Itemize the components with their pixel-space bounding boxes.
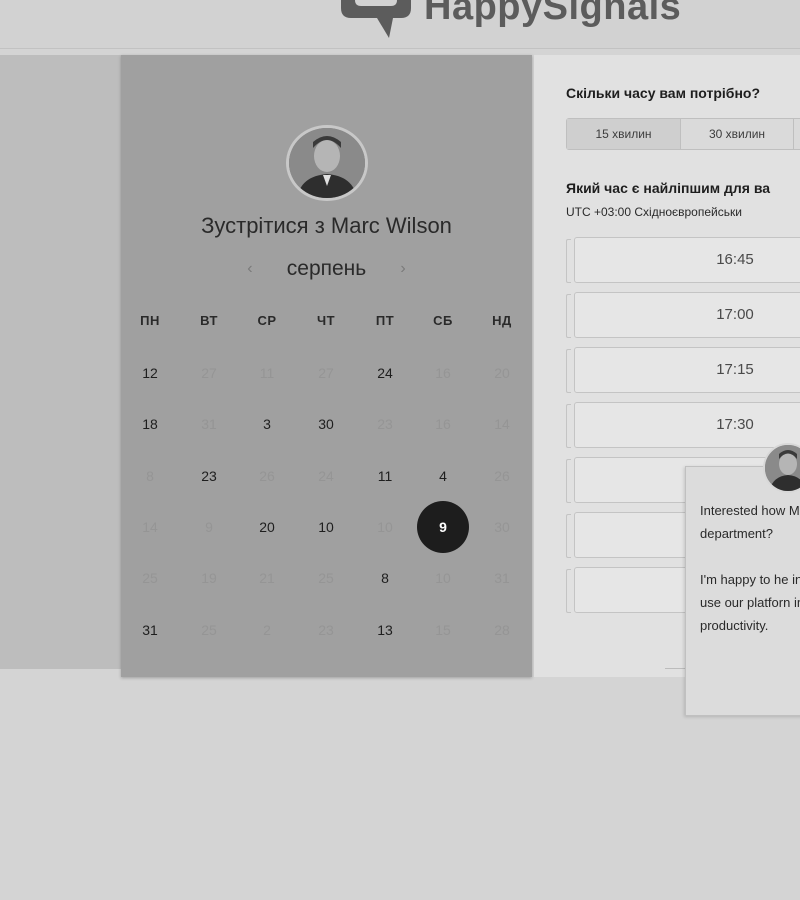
calendar-day: 26 (494, 468, 510, 484)
calendar-day: 9 (205, 519, 213, 535)
calendar-day[interactable]: 24 (365, 353, 405, 393)
time-slot-button[interactable]: 17:00 (574, 292, 800, 338)
calendar-day: 23 (318, 622, 334, 638)
calendar-day: 15 (435, 622, 451, 638)
weekday-sat: СБ (433, 313, 453, 328)
calendar-day[interactable]: 8 (365, 558, 405, 598)
calendar-day[interactable]: 4 (423, 456, 463, 496)
avatar-photo (289, 128, 365, 198)
calendar-day: 28 (494, 622, 510, 638)
calendar-day: 2 (263, 622, 271, 638)
avatar-photo (765, 445, 800, 491)
duration-30-button[interactable]: 30 хвилин (681, 119, 794, 149)
weekday-tue: ВТ (200, 313, 218, 328)
calendar-day[interactable]: 11 (365, 456, 405, 496)
calendar-day: 19 (201, 570, 217, 586)
calendar-day[interactable]: 10 (306, 507, 346, 547)
weekday-mon: ПН (140, 313, 160, 328)
calendar-day: 26 (259, 468, 275, 484)
calendar-day[interactable]: 23 (189, 456, 229, 496)
logo-text: HappySignals (424, 0, 682, 28)
chat-message: Interested how Management co department?… (700, 499, 800, 660)
calendar-day: 25 (142, 570, 158, 586)
calendar-panel: Зустрітися з Marc Wilson ‹ серпень › ПН … (121, 55, 532, 677)
calendar-day[interactable]: 18 (130, 404, 170, 444)
chevron-left-icon[interactable]: ‹ (239, 260, 261, 278)
time-slot-edge (566, 239, 571, 283)
calendar-day: 30 (494, 519, 510, 535)
calendar-day: 10 (435, 570, 451, 586)
chevron-right-icon[interactable]: › (392, 260, 414, 278)
time-slot-edge (566, 294, 571, 338)
time-slot-edge (566, 569, 571, 613)
time-slot-label: 17:00 (716, 306, 754, 323)
calendar-day: 23 (377, 416, 393, 432)
calendar-day: 14 (494, 416, 510, 432)
time-slot-label: 17:30 (716, 416, 754, 433)
chat-paragraph-1: Interested how Management co department? (700, 503, 800, 541)
time-slot-button[interactable]: 16:45 (574, 237, 800, 283)
weekday-header: ПН ВТ СР ЧТ ПТ СБ НД (121, 313, 532, 333)
calendar-day: 11 (259, 365, 275, 381)
calendar-day: 27 (318, 365, 334, 381)
calendar-day: 31 (494, 570, 510, 586)
meet-title: Зустрітися з Marc Wilson (201, 213, 452, 238)
calendar-day: 21 (259, 570, 275, 586)
header-bar: HappySignals (0, 0, 800, 49)
chat-paragraph-2: I'm happy to he insight into how use our… (700, 572, 800, 633)
divider (665, 668, 685, 669)
month-label: серпень (286, 257, 367, 280)
time-slot-label: 17:15 (716, 361, 754, 378)
logo-speech-bubble-icon (341, 0, 411, 38)
calendar-day: 16 (435, 365, 451, 381)
calendar-day: 14 (142, 519, 158, 535)
background-panel (0, 55, 122, 669)
time-question: Який час є найліпшим для ва (566, 180, 771, 196)
duration-question: Скільки часу вам потрібно? (566, 85, 761, 101)
weekday-fri: ПТ (375, 313, 395, 328)
duration-15-button[interactable]: 15 хвилин (567, 119, 681, 149)
weekday-thu: ЧТ (316, 313, 336, 328)
calendar-day: 25 (318, 570, 334, 586)
time-slot-label: 16:45 (716, 251, 754, 268)
calendar-day: 16 (435, 416, 451, 432)
time-slot-edge (566, 514, 571, 558)
weekday-sun: НД (492, 313, 512, 328)
time-slot-edge (566, 349, 571, 393)
time-slot-button[interactable]: 17:30 (574, 402, 800, 448)
calendar-day: 8 (146, 468, 154, 484)
calendar-day[interactable]: 12 (130, 353, 170, 393)
calendar-day: 24 (318, 468, 334, 484)
calendar-day[interactable]: 30 (306, 404, 346, 444)
timezone-label[interactable]: UTC +03:00 Східноєвропейськи (566, 205, 742, 219)
time-slot-button[interactable]: 17:15 (574, 347, 800, 393)
calendar-day[interactable]: 31 (130, 610, 170, 650)
calendar-grid: 12 27 11 27 24 16 20 18 31 3 30 23 16 14 8 23 26 24 11 4 26 1… (121, 348, 532, 660)
month-navigation: ‹ серпень › (121, 257, 532, 281)
calendar-day: 27 (201, 365, 217, 381)
calendar-day: 31 (201, 416, 217, 432)
calendar-day[interactable]: 3 (247, 404, 287, 444)
time-slot-edge (566, 459, 571, 503)
calendar-day[interactable]: 20 (247, 507, 287, 547)
calendar-day: 20 (494, 365, 510, 381)
calendar-day[interactable]: 13 (365, 610, 405, 650)
chat-popup[interactable]: Interested how Management co department?… (685, 466, 800, 716)
calendar-day: 25 (201, 622, 217, 638)
weekday-wed: СР (257, 313, 277, 328)
host-avatar (286, 125, 368, 201)
time-slot-edge (566, 404, 571, 448)
duration-selector: 15 хвилин 30 хвилин (566, 118, 800, 150)
calendar-day-selected[interactable]: 9 (417, 501, 469, 553)
calendar-day: 10 (377, 519, 393, 535)
